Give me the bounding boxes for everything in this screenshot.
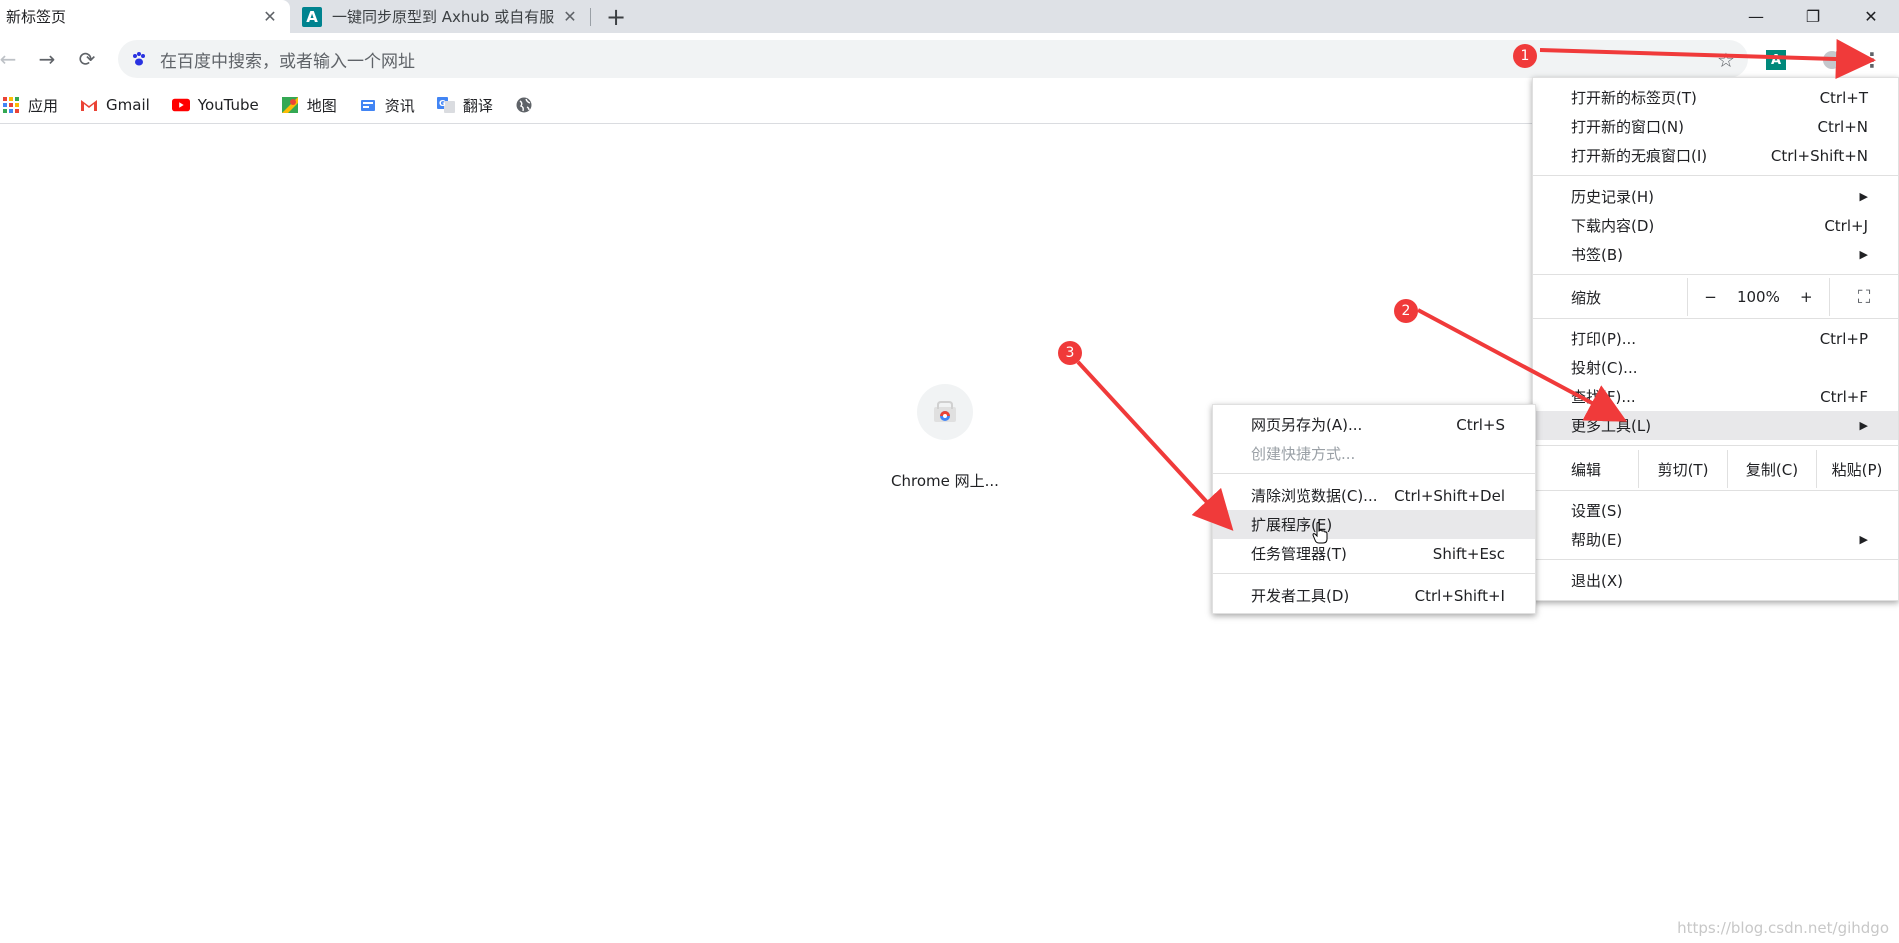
annotation-badge-2: 2 [1394,299,1418,323]
annotation-arrow-1 [1539,39,1876,80]
annotation-arrow-2 [1417,308,1628,422]
annotation-badge-3: 3 [1058,341,1082,365]
annotation-arrows [1076,39,1876,531]
watermark: https://blog.csdn.net/gihdgo [1677,919,1889,937]
annotation-arrow-3 [1076,360,1234,531]
annotation-badge-1: 1 [1513,44,1537,68]
